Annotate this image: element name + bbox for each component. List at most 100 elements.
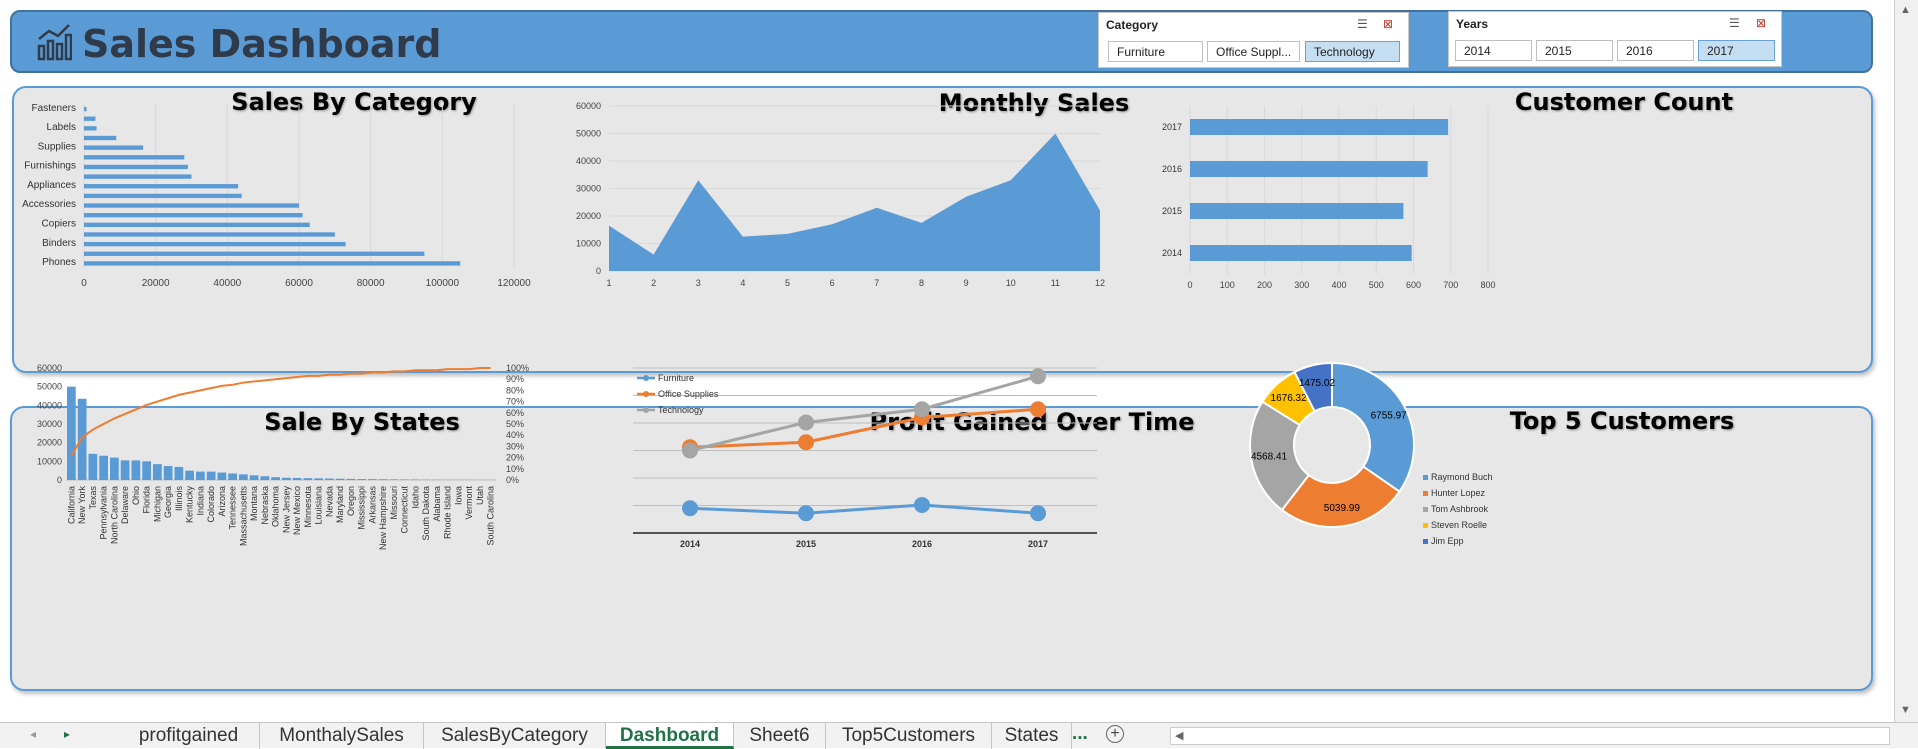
scroll-up-arrow[interactable]: ▲ [1900, 4, 1911, 16]
state-x-label: Mississippi [357, 486, 367, 530]
state-bar [142, 461, 151, 480]
states-y2-tick-label: 10% [506, 464, 524, 474]
profit-legend-marker [643, 407, 649, 413]
state-x-label: Indiana [195, 486, 205, 516]
tab-states[interactable]: States [992, 723, 1072, 749]
donut-value-label: 5039.99 [1324, 503, 1361, 514]
state-bar [175, 467, 184, 480]
state-x-label: South Dakota [421, 486, 431, 541]
state-bar [347, 479, 356, 480]
monthly-y-tick-label: 40000 [576, 156, 601, 166]
customer-x-tick-label: 600 [1406, 280, 1421, 290]
monthly-y-tick-label: 50000 [576, 129, 601, 139]
states-y2-tick-label: 70% [506, 397, 524, 407]
states-cumulative-line [71, 368, 490, 455]
profit-point [798, 434, 814, 450]
category-bar [84, 117, 95, 121]
sheet-tab-bar: ◂ ▸ profitgained MonthalySales SalesByCa… [0, 722, 1918, 748]
scroll-down-arrow[interactable]: ▼ [1900, 704, 1911, 716]
category-bar [84, 126, 97, 130]
category-x-tick-label: 0 [81, 278, 87, 289]
monthly-x-tick-label: 3 [696, 278, 701, 288]
category-bar [84, 184, 238, 188]
state-x-label: New Hampshire [378, 486, 388, 550]
customer-count-bar [1190, 119, 1448, 135]
state-x-label: Connecticut [400, 486, 410, 534]
customer-x-tick-label: 300 [1294, 280, 1309, 290]
profit-legend-label: Furniture [658, 373, 694, 383]
state-bar [78, 399, 87, 480]
state-x-label: New Mexico [292, 486, 302, 535]
horizontal-scrollbar[interactable]: ◀ [1170, 727, 1890, 745]
state-x-label: Alabama [432, 486, 442, 522]
state-x-label: Michigan [152, 486, 162, 522]
tab-scroll-right-icon[interactable]: ▸ [64, 727, 70, 741]
state-x-label: Vermont [464, 486, 474, 520]
tab-salesbycategory[interactable]: SalesByCategory [424, 723, 606, 749]
tab-top5customers[interactable]: Top5Customers [826, 723, 992, 749]
category-x-tick-label: 40000 [213, 278, 241, 289]
customer-y-label: 2015 [1162, 206, 1182, 216]
profit-legend-marker [643, 391, 649, 397]
state-bar [207, 472, 216, 480]
state-bar [336, 479, 345, 480]
state-bar [400, 479, 409, 480]
customer-x-tick-label: 800 [1480, 280, 1495, 290]
state-bar [293, 478, 302, 480]
states-y-tick-label: 40000 [37, 400, 62, 410]
state-x-label: Montana [249, 486, 259, 521]
category-y-label: Labels [47, 122, 76, 133]
monthly-y-tick-label: 20000 [576, 211, 601, 221]
state-x-label: Nebraska [260, 486, 270, 525]
state-x-label: Arizona [217, 486, 227, 517]
donut-legend-swatch [1423, 475, 1428, 480]
customer-x-tick-label: 0 [1187, 280, 1192, 290]
profit-point [914, 401, 930, 417]
state-bar [271, 477, 280, 480]
state-x-label: Idaho [410, 486, 420, 509]
scroll-left-arrow[interactable]: ◀ [1175, 729, 1183, 742]
customer-x-tick-label: 100 [1220, 280, 1235, 290]
state-bar [368, 479, 377, 480]
profit-x-tick-label: 2017 [1028, 539, 1048, 549]
states-y-tick-label: 0 [57, 475, 62, 485]
add-sheet-icon[interactable]: + [1106, 725, 1124, 743]
category-x-tick-label: 100000 [426, 278, 460, 289]
donut-legend-label: Jim Epp [1431, 536, 1464, 546]
vertical-scrollbar[interactable]: ▲ ▼ [1894, 0, 1918, 722]
states-y-tick-label: 30000 [37, 419, 62, 429]
category-bar [84, 242, 346, 246]
profit-point [682, 500, 698, 516]
monthly-y-tick-label: 10000 [576, 239, 601, 249]
state-x-label: Florida [142, 486, 152, 514]
states-y2-tick-label: 40% [506, 430, 524, 440]
state-bar [390, 479, 399, 480]
state-x-label: Missouri [389, 486, 399, 520]
category-y-label: Phones [42, 257, 76, 268]
donut-value-label: 1676.32 [1271, 393, 1308, 404]
tab-scroll-left-icon[interactable]: ◂ [30, 727, 36, 741]
state-x-label: Louisiana [314, 486, 324, 525]
profit-legend-marker [643, 375, 649, 381]
tab-monthalysales[interactable]: MonthalySales [260, 723, 424, 749]
tab-dashboard[interactable]: Dashboard [606, 723, 734, 749]
category-x-tick-label: 120000 [497, 278, 531, 289]
state-bar [379, 479, 388, 480]
state-bar [185, 471, 194, 480]
category-y-label: Accessories [22, 199, 76, 210]
state-x-label: Oregon [346, 486, 356, 516]
state-x-label: Georgia [163, 486, 173, 518]
tab-sheet6[interactable]: Sheet6 [734, 723, 826, 749]
category-y-label: Fasteners [32, 103, 76, 114]
monthly-x-tick-label: 8 [919, 278, 924, 288]
customer-y-label: 2017 [1162, 122, 1182, 132]
donut-legend-label: Raymond Buch [1431, 472, 1493, 482]
state-x-label: Tennessee [228, 486, 238, 530]
monthly-x-tick-label: 6 [830, 278, 835, 288]
state-bar [325, 479, 334, 480]
donut-value-label: 6755.97 [1371, 410, 1408, 421]
more-tabs-button[interactable]: ... [1072, 723, 1088, 745]
tab-profitgained[interactable]: profitgained [118, 723, 260, 749]
category-y-label: Binders [42, 238, 76, 249]
state-x-label: Iowa [453, 486, 463, 505]
